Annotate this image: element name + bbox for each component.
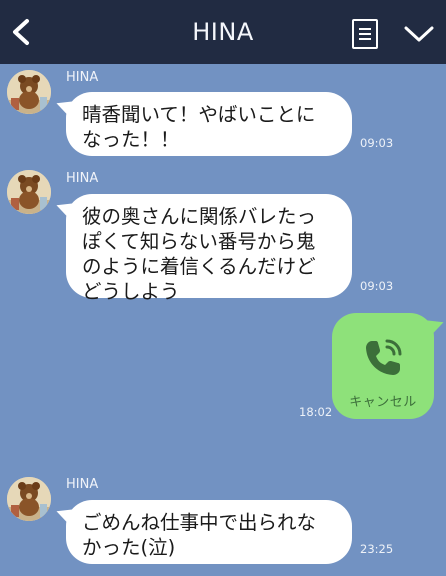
sender-name: HINA	[66, 171, 99, 186]
call-status-label: キャンセル	[349, 395, 417, 410]
message-line: かった(泣)	[82, 536, 176, 559]
message-line: のように着信くるんだけど	[82, 255, 316, 278]
message-line: 彼の奥さんに関係バレたっ	[82, 205, 317, 228]
phone-call-icon	[366, 339, 402, 375]
chat-header: HINA	[0, 0, 446, 64]
message-line: どうしよう	[82, 280, 180, 303]
message-line: ごめんね仕事中で出られな	[82, 511, 317, 534]
sender-name: HINA	[66, 477, 99, 492]
message-bubble: 彼の奥さんに関係バレたっ ぽくて知らない番号から鬼 のように着信くるんだけど ど…	[53, 194, 352, 303]
avatar[interactable]	[7, 70, 51, 114]
message-line: 晴香聞いて！やばいことに	[82, 103, 316, 126]
timestamp: 09:03	[360, 136, 394, 150]
chevron-down-icon[interactable]	[404, 24, 434, 44]
avatar[interactable]	[7, 477, 51, 521]
timestamp: 23:25	[360, 542, 394, 556]
sender-name: HINA	[66, 70, 99, 85]
message-bubble: 晴香聞いて！やばいことに なった！！	[53, 92, 352, 156]
timestamp: 09:03	[360, 279, 394, 293]
cancelled-call-bubble[interactable]: キャンセル	[332, 313, 446, 419]
message-line: ぽくて知らない番号から鬼	[82, 230, 316, 253]
message-bubble: ごめんね仕事中で出られな かった(泣)	[53, 500, 352, 564]
chat-title: HINA	[192, 18, 254, 46]
timestamp: 18:02	[299, 405, 333, 419]
message-line: なった！！	[82, 128, 180, 151]
avatar[interactable]	[7, 170, 51, 214]
note-list-icon[interactable]	[352, 19, 378, 49]
